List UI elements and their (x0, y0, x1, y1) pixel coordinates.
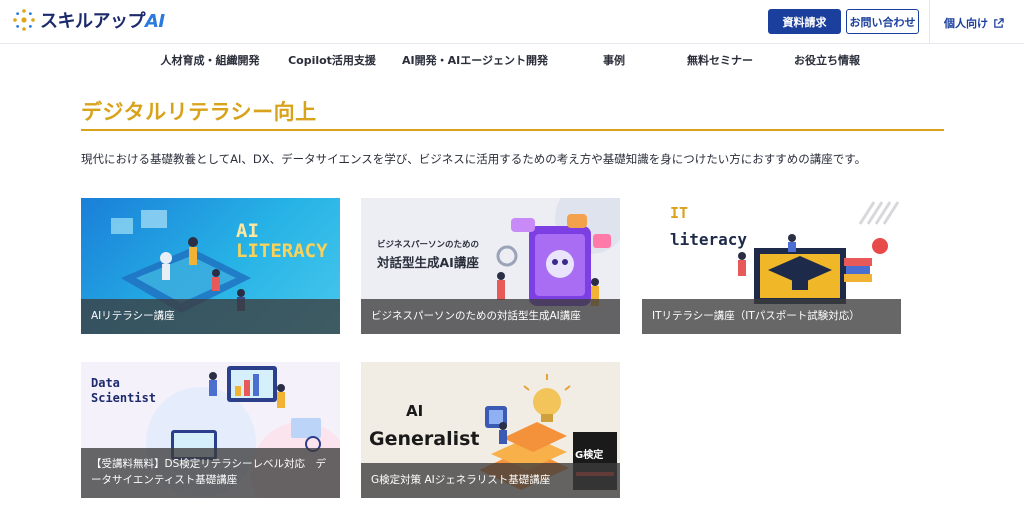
nav-item-cases[interactable]: 事例 (603, 52, 625, 68)
contact-button[interactable]: お問い合わせ (846, 9, 919, 34)
course-card-generative-ai[interactable]: ビジネスパーソンのための 対話型生成AI講座 ビジネスパーソンのための対話型生成… (361, 198, 620, 334)
nav-item-hr-development[interactable]: 人材育成・組織開発 (161, 52, 260, 68)
course-caption: ITリテラシー講座（ITパスポート試験対応） (642, 299, 901, 334)
ai-literacy-art-line2: LITERACY (236, 240, 328, 262)
ai-literacy-art-line1: AI (236, 220, 259, 242)
site-header: スキルアップAI 資料請求 お問い合わせ 個人向け (0, 0, 1024, 44)
logo-sparkle-icon (13, 9, 35, 31)
nav-item-resources[interactable]: お役立ち情報 (794, 52, 860, 68)
nav-item-ai-development[interactable]: AI開発・AIエージェント開発 (402, 52, 548, 68)
course-card-data-scientist[interactable]: Data Scientist 【受講料無料】DS検定リテラシーレベル対応 データ… (81, 362, 340, 498)
course-caption: AIリテラシー講座 (81, 299, 340, 334)
logo-text: スキルアップAI (40, 11, 165, 32)
course-card-ai-literacy[interactable]: AI LITERACY AIリテラシー講座 (81, 198, 340, 334)
course-card-it-literacy[interactable]: IT literacy ITリテラシー講座（ITパスポート試験対応） (642, 198, 901, 334)
section-title-rule (81, 129, 944, 131)
personal-link[interactable]: 個人向け (944, 15, 1004, 31)
data-scientist-art-line2: Scientist (91, 391, 157, 405)
course-caption: 【受講料無料】DS検定リテラシーレベル対応 データサイエンティスト基礎講座 (81, 448, 340, 498)
course-caption: G検定対策 AIジェネラリスト基礎講座 (361, 463, 620, 498)
personal-link-label: 個人向け (944, 17, 988, 30)
nav-item-seminars[interactable]: 無料セミナー (687, 52, 753, 68)
generative-ai-art-line1: ビジネスパーソンのための (377, 240, 480, 250)
generative-ai-art-line2: 対話型生成AI講座 (377, 255, 479, 270)
g-certificate-badge: G検定 (575, 450, 604, 461)
course-card-ai-generalist[interactable]: G検定 AI Generalist G検定対策 AIジェネラリスト基礎講座 (361, 362, 620, 498)
ai-generalist-art-line2: Generalist (369, 428, 480, 450)
external-link-icon (994, 17, 1004, 28)
it-literacy-art-line1: IT (670, 204, 689, 222)
course-caption: ビジネスパーソンのための対話型生成AI講座 (361, 299, 620, 334)
it-literacy-art-line2: literacy (670, 230, 748, 249)
ai-generalist-art-line1: AI (406, 402, 424, 420)
request-docs-button[interactable]: 資料請求 (768, 9, 841, 34)
header-divider (929, 0, 930, 44)
data-scientist-art-line1: Data (91, 376, 120, 390)
nav-item-copilot[interactable]: Copilot活用支援 (288, 52, 376, 68)
site-logo[interactable]: スキルアップAI (12, 7, 165, 33)
section-description: 現代における基礎教養としてAI、DX、データサイエンスを学び、ビジネスに活用する… (81, 152, 867, 166)
section-title: デジタルリテラシー向上 (81, 100, 317, 124)
main-nav: 人材育成・組織開発 Copilot活用支援 AI開発・AIエージェント開発 事例… (0, 44, 1024, 74)
